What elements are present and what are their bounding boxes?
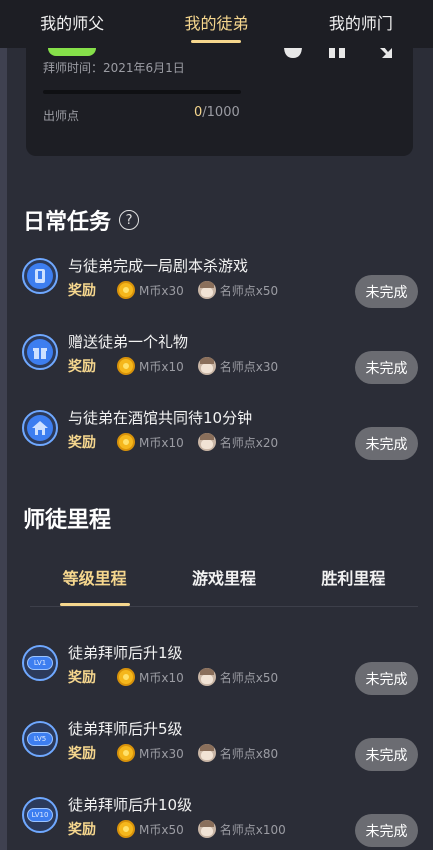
master-avatar-icon	[197, 433, 216, 451]
milestone-tabs: 等级里程 游戏里程 胜利里程	[30, 562, 418, 607]
reward-label: 奖励	[68, 359, 96, 375]
reward-row: 奖励 M币x30 名师点x80	[68, 743, 278, 763]
graduation-points-value: 0/1000	[194, 105, 240, 120]
m-coin-icon	[117, 820, 135, 838]
apprentice-since: 拜师时间：2021年6月1日	[43, 61, 185, 75]
tab-my-apprentice[interactable]: 我的徒弟	[144, 0, 288, 48]
milestone-item: LV1 徒弟拜师后升1级 奖励 M币x10 名师点x50 未完成	[22, 642, 422, 702]
reward-row: 奖励 M币x10 名师点x50	[68, 667, 278, 687]
milestone-title: 徒弟拜师后升5级	[68, 720, 183, 738]
tab-my-master[interactable]: 我的师父	[0, 0, 144, 48]
master-point-reward: 名师点x30	[219, 359, 279, 374]
coin-reward: M币x30	[139, 746, 184, 761]
m-coin-icon	[117, 281, 135, 299]
coin-reward: M币x50	[139, 822, 184, 837]
tab-game-milestone[interactable]: 游戏里程	[159, 562, 288, 606]
task-title: 与徒弟在酒馆共同待10分钟	[68, 409, 253, 427]
tab-my-sect[interactable]: 我的师门	[289, 0, 433, 48]
coin-reward: M币x10	[139, 670, 184, 685]
coin-reward: M币x10	[139, 359, 184, 374]
help-icon[interactable]: ?	[119, 210, 140, 230]
master-avatar-icon	[197, 744, 216, 762]
level-icon: LV10	[22, 797, 58, 833]
status-button[interactable]: 未完成	[355, 662, 418, 695]
coin-reward: M币x10	[139, 435, 184, 450]
master-point-reward: 名师点x50	[219, 670, 279, 685]
reward-label: 奖励	[68, 435, 96, 451]
reward-row: 奖励 M币x10 名师点x20	[68, 432, 278, 452]
reward-row: 奖励 M币x50 名师点x100	[68, 819, 286, 839]
graduation-progress-bar	[43, 90, 241, 94]
coin-reward: M币x30	[139, 283, 184, 298]
m-coin-icon	[117, 433, 135, 451]
master-avatar-icon	[197, 281, 216, 299]
master-point-reward: 名师点x50	[219, 283, 279, 298]
level-icon: LV5	[22, 721, 58, 757]
master-avatar-icon	[197, 668, 216, 686]
reward-row: 奖励 M币x10 名师点x30	[68, 356, 278, 376]
graduation-points-label: 出师点	[43, 109, 80, 123]
task-title: 与徒弟完成一局剧本杀游戏	[68, 257, 249, 275]
tab-win-milestone[interactable]: 胜利里程	[289, 562, 418, 606]
master-point-reward: 名师点x80	[219, 746, 279, 761]
daily-task-item: 与徒弟完成一局剧本杀游戏 奖励 M币x30 名师点x50 未完成	[22, 255, 422, 315]
reward-label: 奖励	[68, 746, 96, 762]
m-coin-icon	[117, 744, 135, 762]
milestone-title: 徒弟拜师后升10级	[68, 796, 193, 814]
reward-label: 奖励	[68, 670, 96, 686]
tavern-icon	[22, 410, 58, 446]
task-title: 赠送徒弟一个礼物	[68, 333, 189, 351]
m-coin-icon	[117, 668, 135, 686]
level-icon: LV1	[22, 645, 58, 681]
daily-task-item: 与徒弟在酒馆共同待10分钟 奖励 M币x10 名师点x20 未完成	[22, 407, 422, 467]
gift-icon	[22, 334, 58, 370]
status-button[interactable]: 未完成	[355, 814, 418, 847]
master-avatar-icon	[197, 820, 216, 838]
reward-row: 奖励 M币x30 名师点x50	[68, 280, 278, 300]
m-coin-icon	[117, 357, 135, 375]
reward-label: 奖励	[68, 822, 96, 838]
milestones-heading: 师徒里程	[23, 508, 112, 533]
reward-label: 奖励	[68, 283, 96, 299]
script-icon	[22, 258, 58, 294]
status-button[interactable]: 未完成	[355, 738, 418, 771]
status-button[interactable]: 未完成	[355, 427, 418, 460]
milestone-title: 徒弟拜师后升1级	[68, 644, 183, 662]
milestone-item: LV5 徒弟拜师后升5级 奖励 M币x30 名师点x80 未完成	[22, 718, 422, 778]
daily-tasks-heading: 日常任务 ?	[23, 204, 140, 236]
tab-level-milestone[interactable]: 等级里程	[30, 562, 159, 606]
milestone-item: LV10 徒弟拜师后升10级 奖励 M币x50 名师点x100 未完成	[22, 794, 422, 850]
left-edge-strip	[0, 48, 7, 850]
master-point-reward: 名师点x20	[219, 435, 279, 450]
daily-task-item: 赠送徒弟一个礼物 奖励 M币x10 名师点x30 未完成	[22, 331, 422, 391]
top-tab-bar: 我的师父 我的徒弟 我的师门	[0, 0, 433, 48]
status-button[interactable]: 未完成	[355, 351, 418, 384]
master-avatar-icon	[197, 357, 216, 375]
status-button[interactable]: 未完成	[355, 275, 418, 308]
master-point-reward: 名师点x100	[219, 822, 286, 837]
